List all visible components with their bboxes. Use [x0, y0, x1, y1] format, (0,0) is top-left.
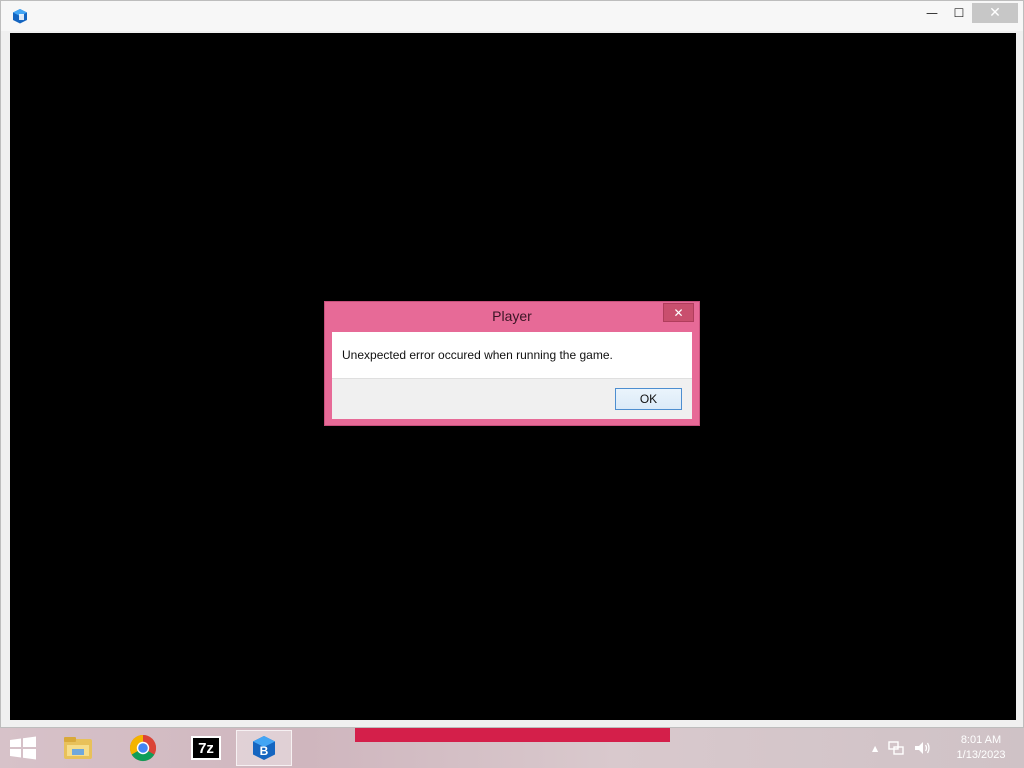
7zip-label: 7z: [198, 739, 214, 757]
blue-cube-icon: [13, 9, 27, 24]
clock-date: 1/13/2023: [956, 749, 1006, 761]
minimize-button[interactable]: —: [917, 3, 947, 23]
show-hidden-icons-button[interactable]: ▲: [872, 744, 878, 753]
system-tray: ▲: [872, 736, 932, 760]
dialog-message: Unexpected error occured when running th…: [342, 348, 613, 362]
network-icon[interactable]: [888, 740, 904, 756]
dialog-body: Unexpected error occured when running th…: [332, 332, 692, 419]
close-window-button[interactable]: ✕: [972, 3, 1018, 23]
7zip-icon: 7z: [191, 736, 221, 760]
svg-text:B: B: [260, 744, 269, 758]
taskbar-item-explorer[interactable]: [50, 730, 106, 766]
dialog-message-area: Unexpected error occured when running th…: [332, 332, 692, 379]
taskbar-item-7zip[interactable]: 7z: [178, 730, 234, 766]
error-dialog: Player ✕ Unexpected error occured when r…: [324, 301, 700, 426]
wallpaper-accent: [355, 728, 670, 742]
dialog-title: Player: [492, 308, 532, 324]
chrome-icon: [129, 734, 157, 762]
taskbar: 7z B ▲ 8:01 AM 1/13/2023: [0, 728, 1024, 768]
ok-button[interactable]: OK: [615, 388, 682, 410]
file-explorer-icon: [64, 737, 92, 759]
maximize-button[interactable]: ☐: [944, 3, 974, 23]
dialog-close-button[interactable]: ✕: [663, 303, 694, 322]
taskbar-item-chrome[interactable]: [115, 730, 171, 766]
taskbar-clock[interactable]: 8:01 AM 1/13/2023: [948, 733, 1014, 763]
windows-start-icon[interactable]: [8, 736, 38, 760]
clock-time: 8:01 AM: [960, 734, 1002, 746]
volume-icon[interactable]: [914, 740, 932, 756]
window-titlebar[interactable]: — ☐ ✕: [1, 1, 1023, 31]
app-cube-icon: B: [253, 736, 275, 760]
taskbar-item-player[interactable]: B: [236, 730, 292, 766]
